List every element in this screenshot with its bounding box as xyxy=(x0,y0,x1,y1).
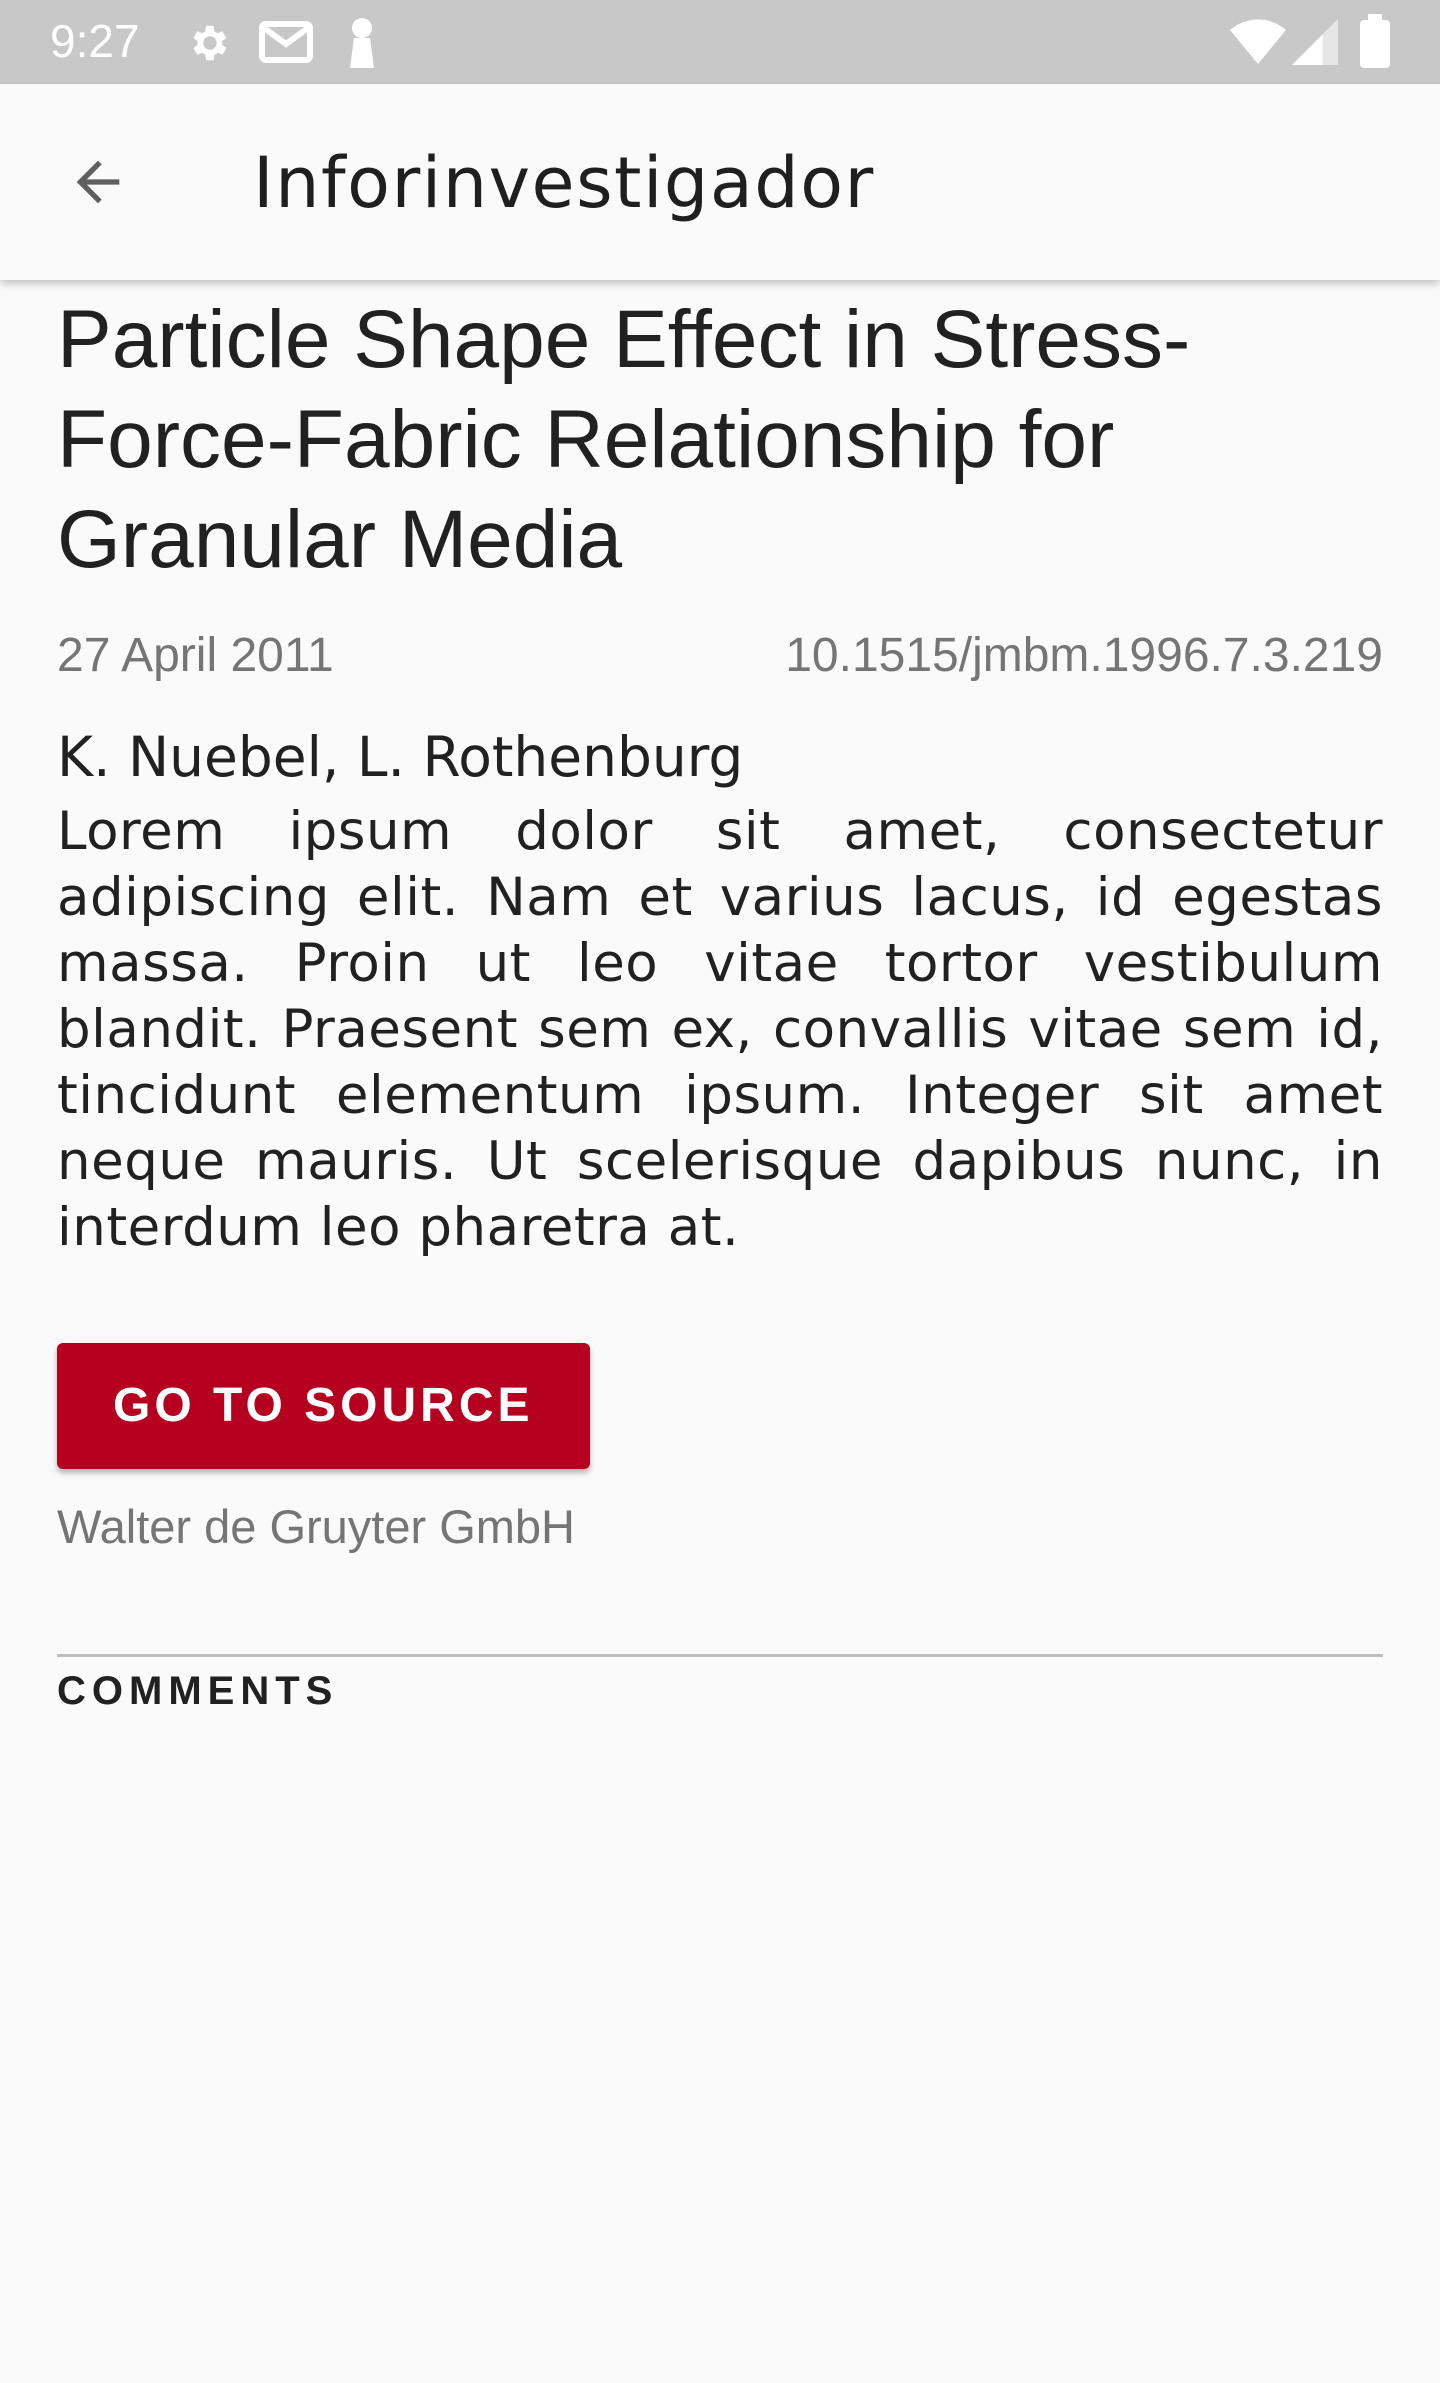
arrow-left-icon xyxy=(66,150,130,219)
comments-header: COMMENTS xyxy=(57,1669,339,1713)
publication-date: 27 April 2011 xyxy=(57,629,334,682)
wifi-icon xyxy=(1230,18,1286,71)
go-to-source-button[interactable]: GO TO SOURCE xyxy=(57,1343,590,1469)
key-icon xyxy=(344,16,380,73)
article-abstract: Lorem ipsum dolor sit amet, consectetur … xyxy=(57,801,1383,1258)
app-bar: Inforinvestigador xyxy=(0,84,1440,280)
article-detail: Particle Shape Effect in Stress-Force-Fa… xyxy=(57,280,1383,1714)
article-doi: 10.1515/jmbm.1996.7.3.219 xyxy=(785,629,1383,682)
status-bar: 9:27 xyxy=(0,0,1440,84)
back-button[interactable] xyxy=(48,134,148,234)
gear-icon xyxy=(185,20,231,71)
app-title: Inforinvestigador xyxy=(253,142,875,224)
mail-icon xyxy=(258,18,314,71)
status-time: 9:27 xyxy=(50,15,140,67)
comments-divider xyxy=(57,1654,1383,1657)
article-authors: K. Nuebel, L. Rothenburg xyxy=(57,725,744,789)
signal-icon xyxy=(1292,18,1338,71)
article-title: Particle Shape Effect in Stress-Force-Fa… xyxy=(57,294,1191,585)
battery-icon xyxy=(1360,14,1390,73)
article-meta: 27 April 2011 10.1515/jmbm.1996.7.3.219 xyxy=(57,628,1383,683)
article-publisher: Walter de Gruyter GmbH xyxy=(57,1500,575,1553)
